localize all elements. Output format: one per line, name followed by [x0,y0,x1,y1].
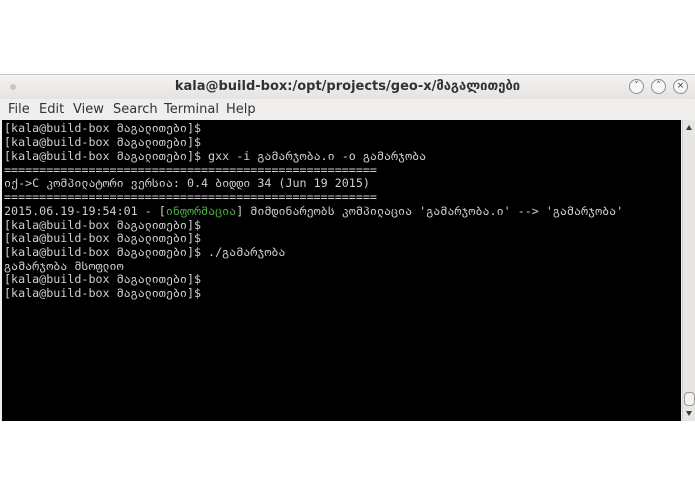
terminal-line: [kala@build-box მაგალითები]$ gxx -i გამა… [4,149,427,163]
vertical-scrollbar[interactable] [682,120,695,421]
terminal-line: 2015.06.19-19:54:01 - [ინფორმაცია] მიმდი… [4,204,623,218]
scroll-up-icon[interactable] [686,125,692,130]
terminal-window: kala@build-box:/opt/projects/geo-x/მაგალ… [0,74,695,421]
terminal-line: [kala@build-box მაგალითები]$ [4,286,202,300]
close-button[interactable]: × [673,79,688,94]
terminal-line: [kala@build-box მაგალითები]$ ./გამარჯობა [4,245,286,259]
terminal-line: [kala@build-box მაგალითები]$ [4,121,202,135]
menu-search[interactable]: Search [113,102,158,117]
menu-terminal[interactable]: Terminal [164,102,219,117]
scroll-down-icon[interactable] [686,411,692,416]
terminal-line: [kala@build-box მაგალითები]$ [4,272,202,286]
minimize-button[interactable]: ˅ [629,79,644,94]
menu-bar: File Edit View Search Terminal Help [0,99,695,121]
terminal-line: [kala@build-box მაგალითები]$ [4,231,202,245]
window-title: kala@build-box:/opt/projects/geo-x/მაგალ… [174,79,521,94]
terminal-line: [kala@build-box მაგალითები]$ [4,218,202,232]
menu-file[interactable]: File [8,102,30,117]
scrollbar-thumb[interactable] [684,392,695,406]
info-tag: ინფორმაცია [165,204,237,218]
title-bar[interactable]: kala@build-box:/opt/projects/geo-x/მაგალ… [0,75,695,99]
terminal-line: იქ->C კომპილატორი ვერსია: 0.4 ბიდდი 34 (… [4,176,370,190]
menu-view[interactable]: View [73,102,104,117]
terminal-line: ========================================… [4,190,377,204]
menu-help[interactable]: Help [226,102,256,117]
log-prefix: 2015.06.19-19:54:01 - [ [4,204,166,218]
terminal-line: [kala@build-box მაგალითები]$ [4,135,202,149]
terminal-line: გამარჯობა მსოფლიო [4,259,124,273]
maximize-button[interactable]: ˄ [651,79,666,94]
log-message: ] მიმდინარეობს კომპილაცია 'გამარჯობა.ი' … [236,204,624,218]
menu-edit[interactable]: Edit [39,102,64,117]
terminal-line: ========================================… [4,163,377,177]
terminal-output[interactable]: [kala@build-box მაგალითები]$ [kala@build… [2,120,681,421]
